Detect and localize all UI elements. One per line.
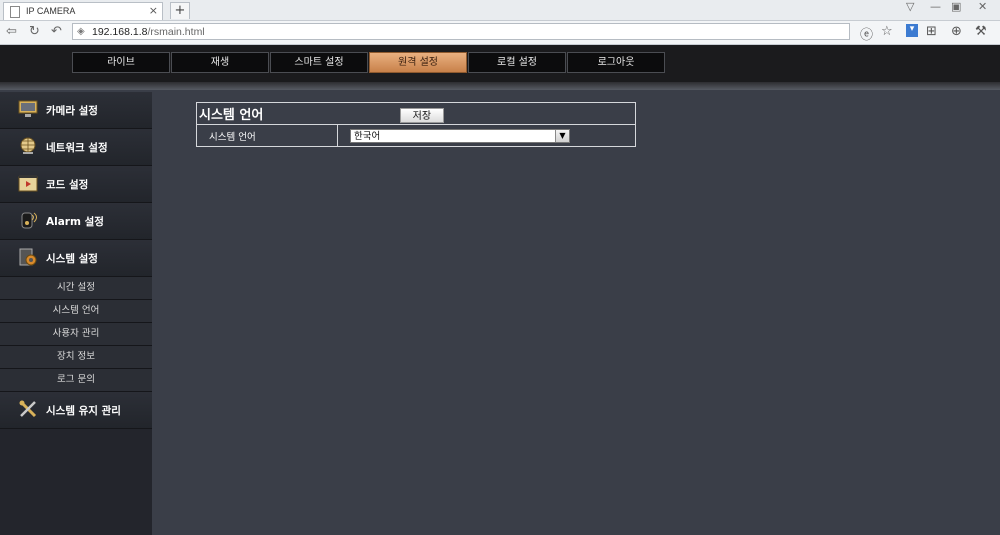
menu-local-settings[interactable]: 로컬 설정 (468, 52, 566, 73)
sidebar-item-code-settings[interactable]: 코드 설정 (0, 166, 152, 203)
undo-icon[interactable]: ↶ (51, 24, 62, 39)
chevron-down-icon[interactable]: ▼ (555, 129, 569, 142)
restore-icon[interactable]: ▣ (951, 0, 961, 13)
url-text: 192.168.1.8/rsmain.html (92, 26, 205, 38)
sidebar-label: 시스템 유지 관리 (46, 405, 121, 417)
page-icon (10, 6, 20, 18)
tab-title: IP CAMERA (26, 6, 76, 16)
browser-tab-bar: IP CAMERA × + ▽ — ▣ ✕ (0, 0, 1000, 21)
tools-icon (19, 400, 37, 418)
sidebar: 카메라 설정 네트워크 설정 코드 설정 Alarm 설정 시스템 설정 시간 … (0, 92, 152, 535)
new-tab-button[interactable]: + (170, 2, 190, 19)
video-clapper-icon (18, 175, 38, 192)
sidebar-item-network-settings[interactable]: 네트워크 설정 (0, 129, 152, 166)
sidebar-sub-time-settings[interactable]: 시간 설정 (0, 277, 152, 300)
ie-mode-icon[interactable]: ⓔ (860, 24, 873, 43)
globe-icon[interactable]: ⊕ (951, 24, 962, 39)
sidebar-item-system-maintenance[interactable]: 시스템 유지 관리 (0, 392, 152, 429)
menu-remote-settings[interactable]: 원격 설정 (369, 52, 467, 73)
menu-live[interactable]: 라이브 (72, 52, 170, 73)
url-path: /rsmain.html (147, 26, 205, 38)
language-row-value: 한국어 ▼ (337, 124, 636, 147)
save-button[interactable]: 저장 (399, 108, 444, 124)
browser-tab[interactable]: IP CAMERA × (3, 2, 163, 20)
top-menu: 라이브 재생 스마트 설정 원격 설정 로컬 설정 로그아웃 (72, 52, 666, 73)
header-shine (0, 82, 1000, 90)
apps-icon[interactable]: ⊞ (926, 24, 937, 39)
sidebar-sub-user-management[interactable]: 사용자 관리 (0, 323, 152, 346)
sidebar-item-camera-settings[interactable]: 카메라 설정 (0, 92, 152, 129)
url-host: 192.168.1.8 (92, 26, 148, 38)
minimize-icon[interactable]: — (930, 0, 941, 13)
language-row-label: 시스템 언어 (196, 124, 338, 147)
sidebar-label: Alarm 설정 (46, 216, 104, 228)
sidebar-item-system-settings[interactable]: 시스템 설정 (0, 240, 152, 277)
network-globe-icon (20, 137, 36, 154)
favorite-star-icon[interactable]: ☆ (881, 24, 893, 39)
menu-logout[interactable]: 로그아웃 (567, 52, 665, 73)
language-select[interactable]: 한국어 ▼ (350, 128, 570, 143)
sidebar-label: 네트워크 설정 (46, 142, 108, 154)
security-shield-icon: ◈ (77, 26, 85, 37)
sidebar-sub-device-info[interactable]: 장치 정보 (0, 346, 152, 369)
language-select-value: 한국어 (354, 130, 381, 142)
browser-nav-bar: ⇦ ↻ ↶ ◈ 192.168.1.8/rsmain.html ⓔ ☆ ▾ ⊞ … (0, 21, 1000, 45)
back-icon[interactable]: ⇦ (6, 24, 17, 39)
address-bar[interactable]: ◈ 192.168.1.8/rsmain.html (72, 23, 850, 40)
sidebar-item-alarm-settings[interactable]: Alarm 설정 (0, 203, 152, 240)
system-language-panel: 시스템 언어 저장 시스템 언어 한국어 ▼ (196, 102, 636, 148)
shirt-icon[interactable]: ▽ (906, 0, 914, 13)
panel-header: 시스템 언어 저장 (196, 102, 636, 125)
settings-table: 시스템 언어 저장 시스템 언어 한국어 ▼ (196, 102, 636, 147)
panel-title: 시스템 언어 (199, 107, 264, 123)
tab-close-icon[interactable]: × (149, 4, 158, 17)
dropdown-icon[interactable]: ▾ (906, 24, 918, 37)
monitor-icon (18, 100, 38, 117)
sidebar-sub-log-query[interactable]: 로그 문의 (0, 369, 152, 392)
sidebar-sub-system-language[interactable]: 시스템 언어 (0, 300, 152, 323)
window-close-icon[interactable]: ✕ (978, 0, 987, 13)
alarm-icon (21, 212, 37, 229)
refresh-icon[interactable]: ↻ (29, 24, 40, 39)
settings-gear-icon (19, 248, 37, 266)
menu-playback[interactable]: 재생 (171, 52, 269, 73)
sidebar-label: 코드 설정 (46, 179, 89, 191)
sidebar-label: 카메라 설정 (46, 105, 98, 117)
wrench-icon[interactable]: ⚒ (975, 24, 987, 39)
menu-smart-settings[interactable]: 스마트 설정 (270, 52, 368, 73)
sidebar-label: 시스템 설정 (46, 253, 98, 265)
